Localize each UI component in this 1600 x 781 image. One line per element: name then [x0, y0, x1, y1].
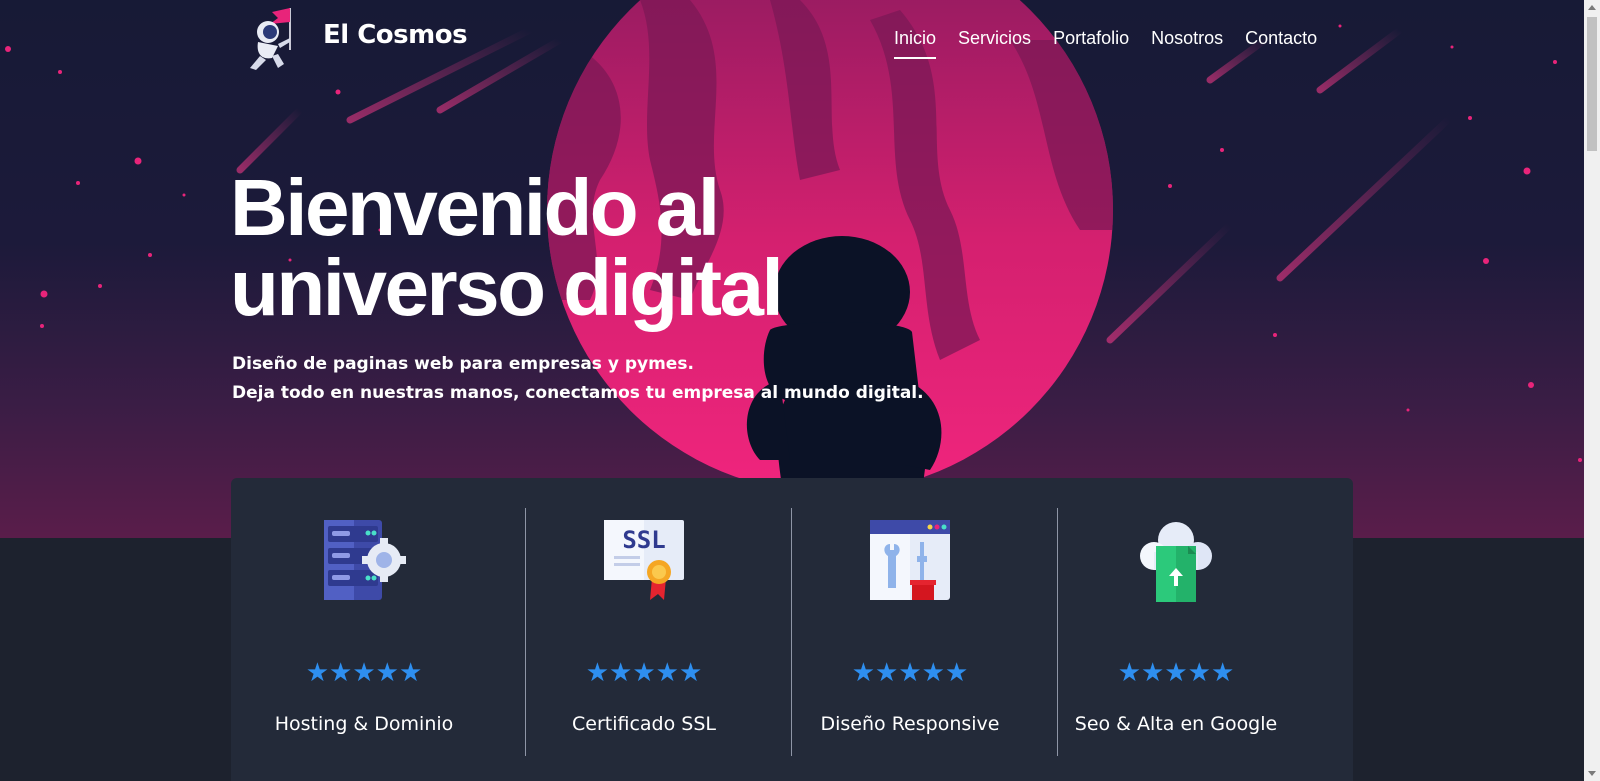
feature-responsive[interactable]: ★★★★★ Diseño Responsive	[777, 508, 1043, 756]
nav-item-inicio[interactable]: Inicio	[894, 28, 937, 59]
features-card: ★★★★★ Hosting & Dominio SSL ★★★★★ Certif…	[231, 478, 1353, 781]
scroll-down-icon[interactable]	[1588, 771, 1596, 776]
main-nav: Inicio Servicios Portafolio Nosotros Con…	[894, 28, 1339, 59]
scrollbar-thumb[interactable]	[1587, 17, 1597, 151]
server-gear-icon	[324, 520, 406, 600]
feature-label: Seo & Alta en Google	[1074, 713, 1278, 735]
feature-seo[interactable]: ★★★★★ Seo & Alta en Google	[1043, 508, 1309, 756]
page-scrollbar[interactable]	[1584, 0, 1600, 781]
hero-title: Bienvenido al universo digital	[230, 168, 784, 328]
rating-stars: ★★★★★	[305, 658, 423, 688]
nav-item-portafolio[interactable]: Portafolio	[1053, 28, 1129, 59]
feature-label: Certificado SSL	[572, 713, 716, 735]
rating-stars: ★★★★★	[585, 658, 703, 688]
astronaut-logo-icon[interactable]	[238, 2, 300, 74]
hero-title-line1: Bienvenido al	[230, 163, 720, 252]
nav-item-nosotros[interactable]: Nosotros	[1151, 28, 1223, 59]
ssl-certificate-icon: SSL	[604, 520, 684, 600]
hero-subtitle-line2: Deja todo en nuestras manos, conectamos …	[232, 383, 924, 403]
feature-label: Hosting & Dominio	[274, 713, 454, 735]
scroll-up-icon[interactable]	[1588, 5, 1596, 10]
cloud-upload-icon	[1140, 522, 1212, 602]
nav-item-servicios[interactable]: Servicios	[958, 28, 1031, 59]
nav-item-contacto[interactable]: Contacto	[1245, 28, 1317, 59]
brand-name[interactable]: El Cosmos	[323, 20, 468, 50]
feature-hosting[interactable]: ★★★★★ Hosting & Dominio	[231, 508, 497, 756]
svg-text:SSL: SSL	[622, 526, 665, 554]
rating-stars: ★★★★★	[1117, 658, 1235, 688]
hero-title-line2: universo digital	[230, 243, 784, 332]
feature-ssl[interactable]: SSL ★★★★★ Certificado SSL	[511, 508, 777, 756]
browser-tools-icon	[870, 520, 950, 600]
hero-subtitle-line1: Diseño de paginas web para empresas y py…	[232, 354, 694, 374]
feature-label: Diseño Responsive	[820, 713, 1000, 735]
hero-subtitle: Diseño de paginas web para empresas y py…	[232, 350, 924, 408]
rating-stars: ★★★★★	[851, 658, 969, 688]
